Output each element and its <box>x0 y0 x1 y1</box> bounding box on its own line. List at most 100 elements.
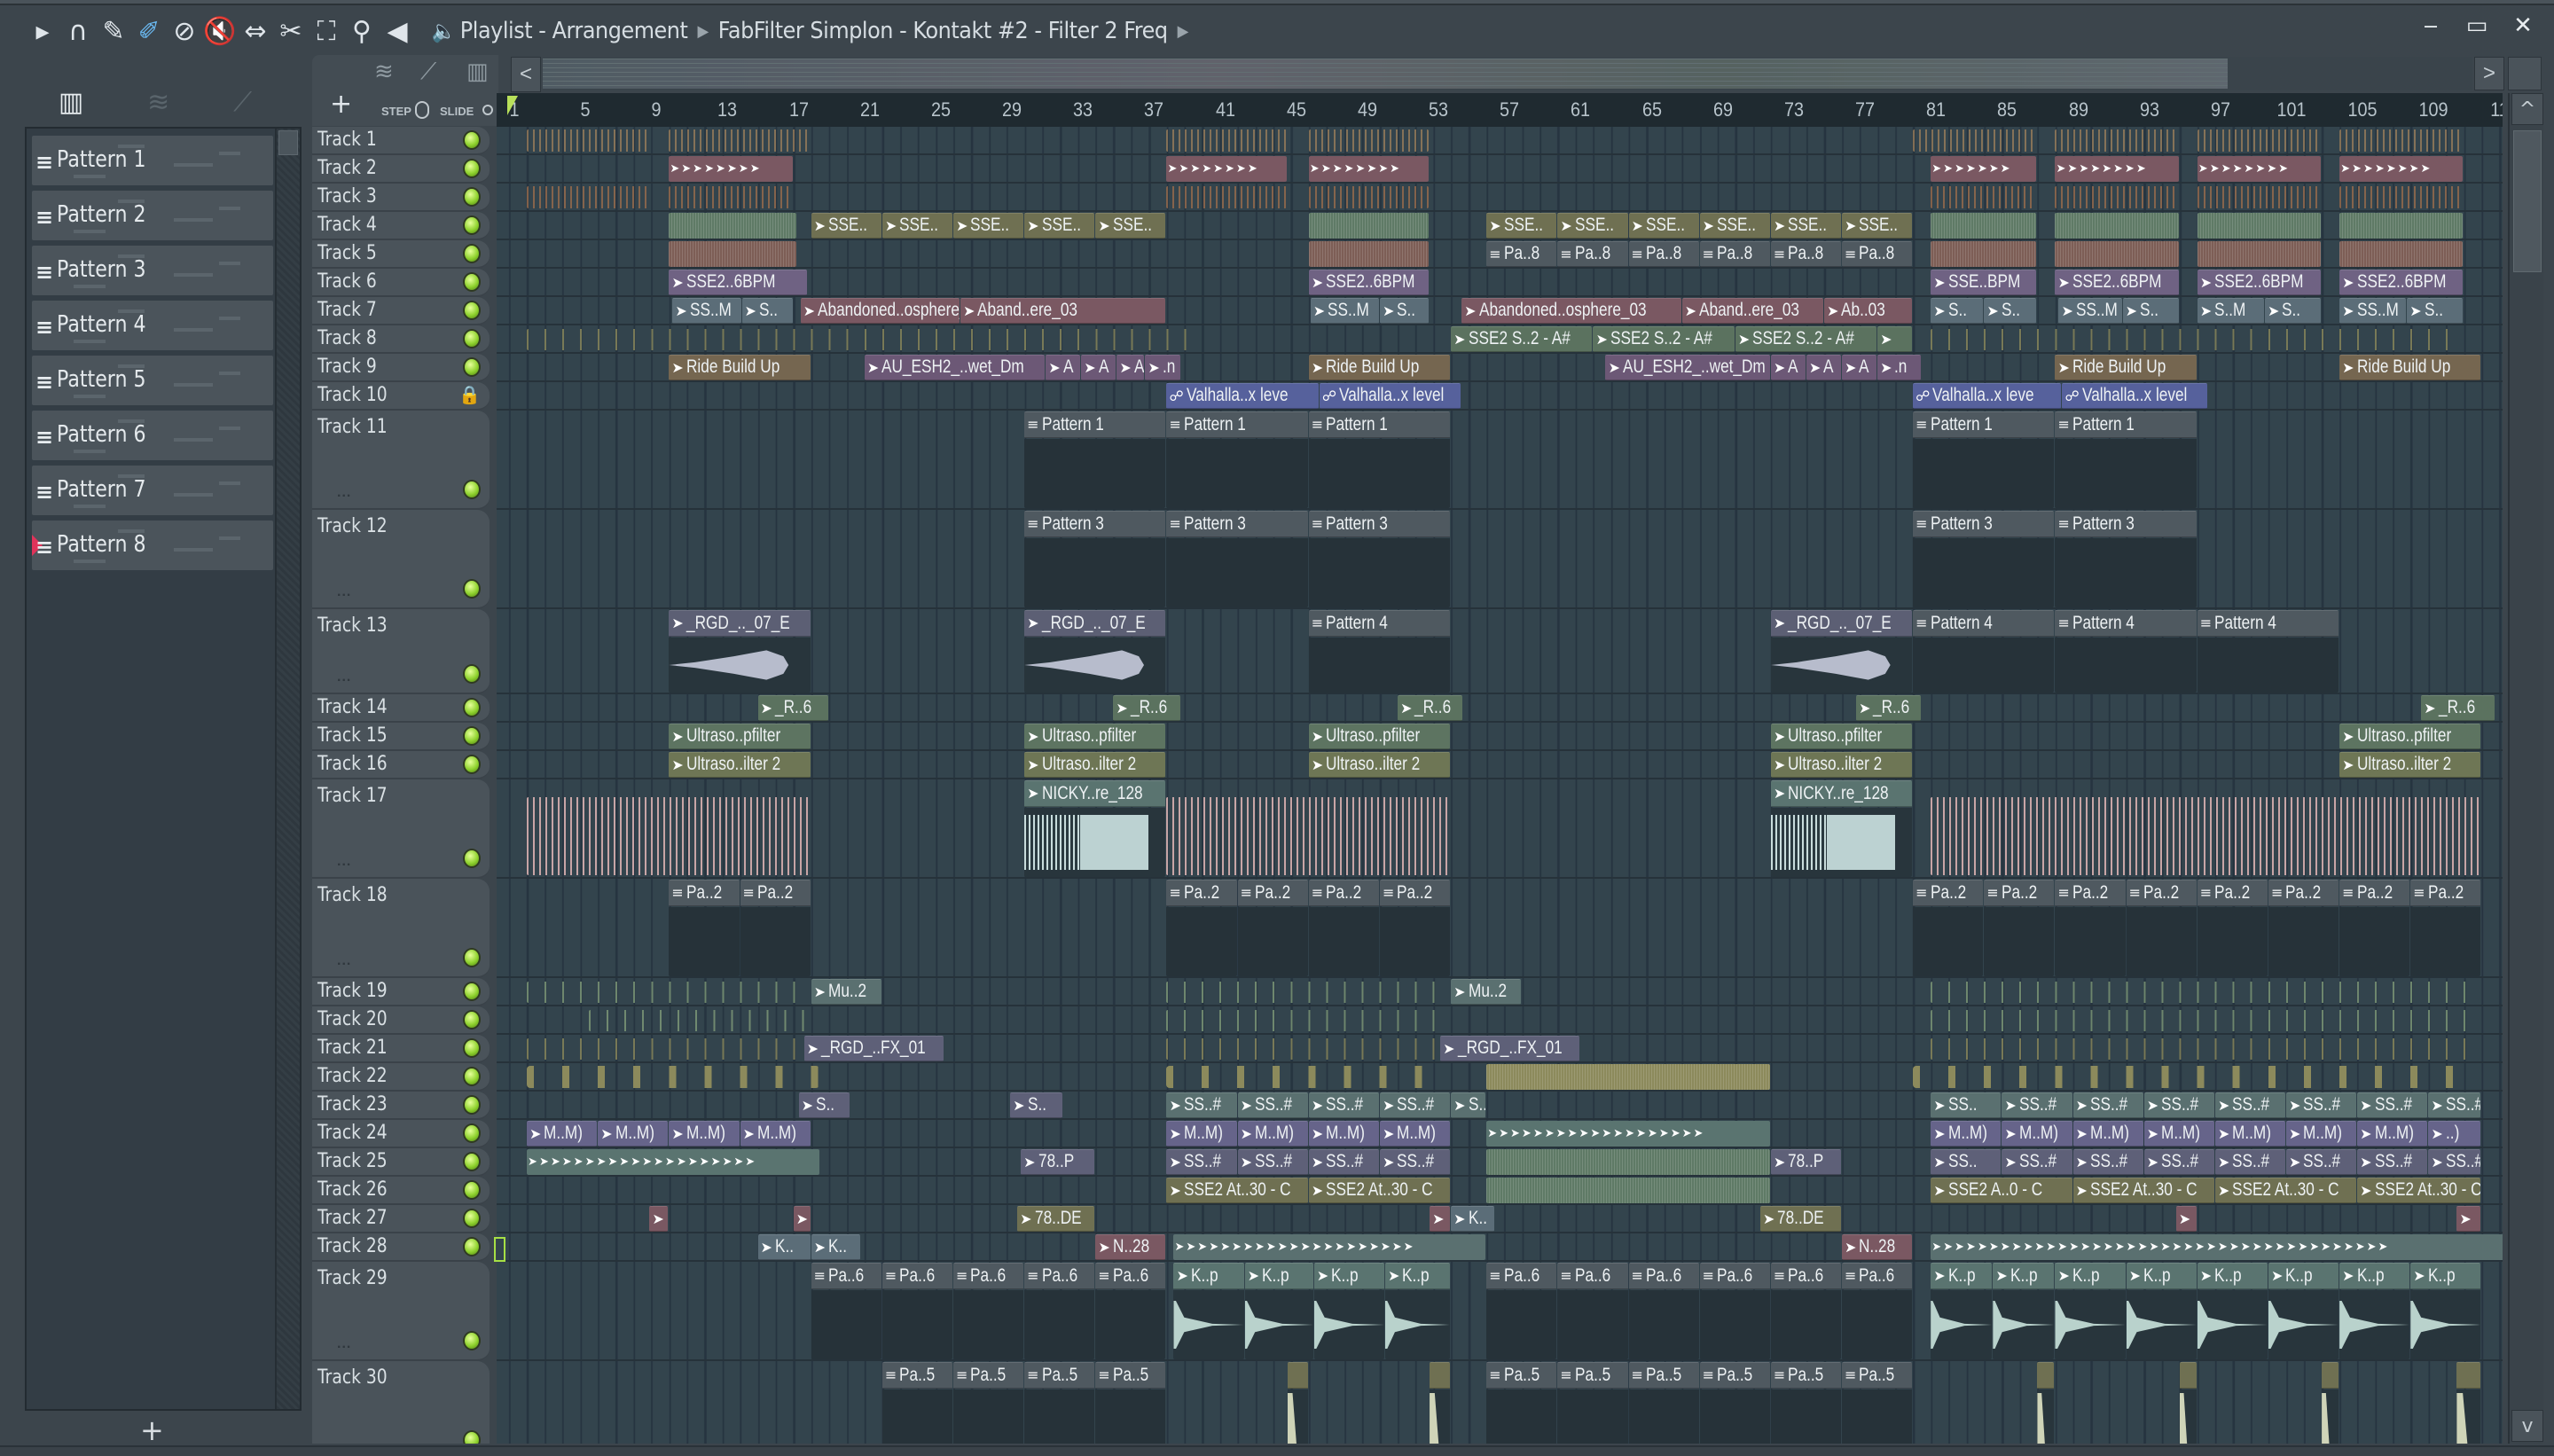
audio-clip[interactable]: ➤ N..28 <box>1095 1234 1166 1260</box>
audio-clip[interactable]: ➤ SS..# <box>2286 1149 2357 1175</box>
audio-clip[interactable] <box>1166 1038 1440 1060</box>
pattern-clip[interactable]: ≡ Pa..6 <box>1699 1263 1770 1359</box>
track-header[interactable]: Track 1 <box>312 127 490 155</box>
pattern-clip[interactable]: ≡ Pattern 1 <box>1913 411 2055 508</box>
audio-clip[interactable] <box>1166 186 1287 208</box>
audio-clip[interactable]: ➤ SSE2 At..30 - C <box>1166 1178 1308 1203</box>
audio-clip[interactable]: ➤ <box>1430 1206 1451 1232</box>
track-resize-handle[interactable]: ... <box>337 854 351 870</box>
pattern-clip[interactable]: ≡ Pa..2 <box>2410 880 2481 976</box>
track-resize-handle[interactable]: ... <box>337 1336 351 1352</box>
track-header[interactable]: Track 24 <box>312 1120 490 1148</box>
audio-clip[interactable]: ➤ ➤ ➤ ➤ ➤ ➤ ➤ ➤ <box>2055 156 2179 182</box>
audio-clip[interactable]: ➤ S.. <box>2407 298 2464 324</box>
track-enable-led[interactable] <box>463 1038 481 1058</box>
automation-filter-icon[interactable]: ⟋ <box>420 59 436 86</box>
audio-clip[interactable] <box>2456 1362 2481 1444</box>
breadcrumb-playlist[interactable]: Playlist - Arrangement <box>460 18 688 44</box>
pattern-clip[interactable]: ≡ Pattern 4 <box>1913 610 2055 693</box>
audio-clip[interactable]: ➤ SS..# <box>2357 1092 2428 1118</box>
audio-clip[interactable]: ➤ SS..# <box>1237 1092 1308 1118</box>
audio-clip[interactable]: ➤ Ultraso..pfilter <box>1308 724 1451 749</box>
maximize-icon[interactable]: ▭ <box>2464 12 2490 39</box>
track-enable-led[interactable] <box>463 357 481 377</box>
scroll-thumb[interactable] <box>2513 130 2542 272</box>
track-enable-led[interactable] <box>463 698 481 717</box>
audio-clip[interactable]: ➤ M..M) <box>2286 1121 2357 1147</box>
audio-clip[interactable]: ➤ SSE2 S..2 - A# <box>1735 326 1877 352</box>
audio-clip[interactable]: ➤ M..M) <box>527 1121 598 1147</box>
track-resize-handle[interactable]: ... <box>337 1436 351 1444</box>
audio-clip[interactable]: ➤ K..p <box>2055 1263 2126 1359</box>
audio-clip[interactable]: ➤ Ultraso..pfilter <box>2339 724 2481 749</box>
track-enable-led[interactable] <box>463 1180 481 1200</box>
track-resize-handle[interactable]: ... <box>337 953 351 969</box>
audio-clip[interactable] <box>2339 213 2464 239</box>
track-enable-led[interactable] <box>463 982 481 1001</box>
slide-radio[interactable] <box>482 105 493 115</box>
audio-clip[interactable]: ➤ SS..# <box>2072 1092 2143 1118</box>
audio-clip[interactable]: ➤ SS..# <box>1308 1092 1379 1118</box>
vertical-scrollbar[interactable]: ^ v <box>2508 93 2543 1444</box>
audio-clip[interactable]: ➤ 78..P <box>1770 1149 1841 1175</box>
track-enable-led[interactable] <box>463 187 481 207</box>
audio-clip[interactable] <box>1913 1066 2481 1088</box>
audio-clip[interactable]: ➤ A <box>1081 355 1116 380</box>
pattern-item[interactable]: ≡ Pattern 7 <box>32 466 273 515</box>
piano-roll-tab-icon[interactable]: ▥ <box>59 87 83 118</box>
track-enable-led[interactable] <box>463 1331 481 1350</box>
audio-clip[interactable]: ➤ K..p <box>1244 1263 1313 1359</box>
audio-clip[interactable] <box>527 797 811 875</box>
audio-clip[interactable]: ➤ SS..# <box>2143 1149 2214 1175</box>
audio-clip[interactable]: ➤ _RGD_.._07_E <box>1024 610 1166 693</box>
audio-clip[interactable]: ➤ K..p <box>2197 1263 2268 1359</box>
track-enable-led[interactable] <box>463 1095 481 1115</box>
paint-brush-icon[interactable]: ✐ <box>131 12 167 51</box>
track-enable-led[interactable] <box>463 215 481 235</box>
audio-clip[interactable]: ➤ K..p <box>2126 1263 2197 1359</box>
scroll-right-button[interactable]: > <box>2474 57 2504 90</box>
audio-clip[interactable]: ➤ Ride Build Up <box>2339 355 2481 380</box>
track-enable-led[interactable] <box>463 1067 481 1086</box>
pattern-clip[interactable]: ≡ Pa..5 <box>1699 1362 1770 1444</box>
audio-clip[interactable]: ➤ SSE2..6BPM <box>669 270 807 295</box>
pattern-clip[interactable]: ≡ Pa..5 <box>953 1362 1024 1444</box>
audio-clip[interactable]: ➤ Ultraso..pfilter <box>1024 724 1166 749</box>
pattern-clip[interactable]: ≡ Pa..2 <box>2197 880 2268 976</box>
track-header[interactable]: Track 30... <box>312 1361 490 1444</box>
pattern-item[interactable]: ≡ Pattern 3 <box>32 246 273 295</box>
track-header[interactable]: Track 25 <box>312 1148 490 1177</box>
audio-clip[interactable]: ➤ M..M) <box>2143 1121 2214 1147</box>
pattern-clip[interactable]: ≡ Pa..6 <box>1024 1263 1095 1359</box>
track-enable-led[interactable] <box>463 480 481 499</box>
audio-clip[interactable] <box>2055 186 2179 208</box>
audio-clip[interactable]: ➤ _RGD_..FX_01 <box>803 1036 944 1061</box>
pattern-clip[interactable]: ≡ Pa..6 <box>1557 1263 1628 1359</box>
audio-clip[interactable]: ➤ 78..P <box>1021 1149 1095 1175</box>
audio-clip[interactable]: ➤ S.. <box>2264 298 2322 324</box>
track-header[interactable]: Track 17... <box>312 779 490 879</box>
track-enable-led[interactable] <box>463 244 481 263</box>
bar-ruler[interactable]: 1 5 9 13 17 21 25 29 33 37 41 45 49 53 57 61 65 69 73 77 81 8… <box>497 93 2503 127</box>
track-header[interactable]: Track 18... <box>312 879 490 978</box>
track-enable-led[interactable] <box>463 1123 481 1143</box>
track-header[interactable]: Track 14 <box>312 694 490 723</box>
track-enable-led[interactable] <box>463 664 481 684</box>
audio-clip[interactable]: ➤ SSE2..6BPM <box>1308 270 1430 295</box>
audio-clip[interactable]: ➤ SS..# <box>2428 1149 2481 1175</box>
audio-clip[interactable]: ➤ ➤ ➤ ➤ ➤ ➤ ➤ ➤ <box>669 156 793 182</box>
audio-clip[interactable]: ➤ SSE2 At..30 - C <box>2357 1178 2481 1203</box>
pattern-clip[interactable]: ≡ Pattern 3 <box>1913 511 2055 607</box>
audio-clip[interactable]: ➤ A <box>1842 355 1877 380</box>
audio-clip[interactable]: ➤ Ride Build Up <box>669 355 811 380</box>
audio-clip[interactable] <box>1166 797 1451 875</box>
audio-clip[interactable]: ➤ Ab..03 <box>1823 298 1913 324</box>
pattern-clip[interactable]: ≡ Pattern 1 <box>1024 411 1166 508</box>
audio-clip[interactable]: ➤ SS..# <box>1166 1092 1237 1118</box>
audio-clip[interactable]: ➤ SSE.. <box>1024 213 1095 239</box>
audio-clip[interactable] <box>1287 1362 1308 1444</box>
audio-clip[interactable]: ➤ Ultraso..ilter 2 <box>1024 752 1166 778</box>
audio-clip[interactable]: ➤ SS..# <box>2072 1149 2143 1175</box>
audio-clip[interactable]: ➤ SSE.. <box>953 213 1024 239</box>
audio-clip[interactable] <box>2055 129 2179 152</box>
